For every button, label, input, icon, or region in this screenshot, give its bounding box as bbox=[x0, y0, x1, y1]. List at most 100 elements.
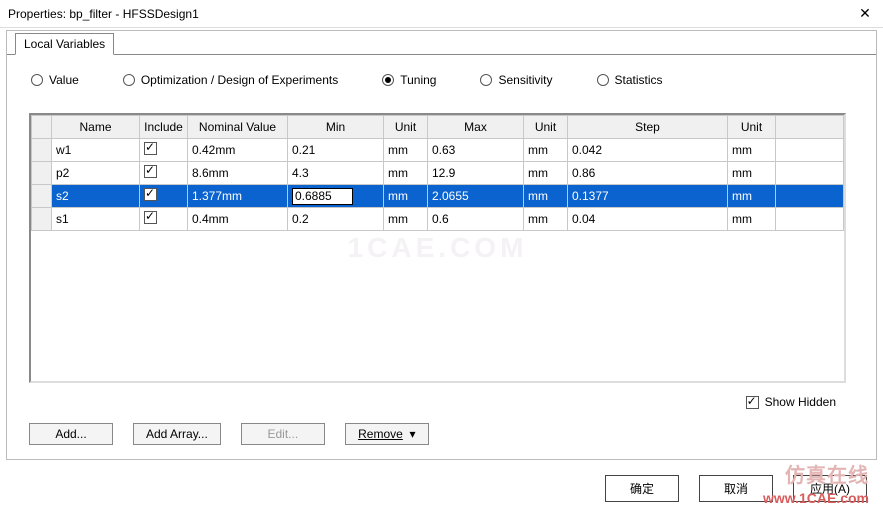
cell-name[interactable]: p2 bbox=[52, 162, 140, 185]
cancel-button[interactable]: 取消 bbox=[699, 475, 773, 502]
cell-tail bbox=[776, 208, 844, 231]
header-tail bbox=[776, 116, 844, 139]
row-selector[interactable] bbox=[32, 139, 52, 162]
radio-label: Value bbox=[49, 73, 79, 87]
checkbox-icon bbox=[144, 142, 157, 155]
cell-unit3[interactable]: mm bbox=[728, 162, 776, 185]
radio-sensitivity[interactable]: Sensitivity bbox=[480, 73, 552, 87]
radio-dot-icon bbox=[382, 74, 394, 86]
radio-group-mode: Value Optimization / Design of Experimen… bbox=[7, 55, 876, 99]
cell-unit1[interactable]: mm bbox=[384, 139, 428, 162]
row-selector[interactable] bbox=[32, 185, 52, 208]
variables-grid[interactable]: 1CAE.COM Name Include Nominal Value Min … bbox=[29, 113, 846, 383]
radio-label: Optimization / Design of Experiments bbox=[141, 73, 338, 87]
edit-button: Edit... bbox=[241, 423, 325, 445]
cell-editor[interactable]: 0.6885 bbox=[292, 188, 353, 205]
checkbox-icon bbox=[746, 396, 759, 409]
cell-unit2[interactable]: mm bbox=[524, 139, 568, 162]
header-step[interactable]: Step bbox=[568, 116, 728, 139]
watermark-center: 1CAE.COM bbox=[348, 232, 528, 264]
cell-nominal[interactable]: 1.377mm bbox=[188, 185, 288, 208]
watermark-url: www.1CAE.com bbox=[763, 490, 869, 506]
show-hidden-label: Show Hidden bbox=[765, 395, 836, 409]
header-include[interactable]: Include bbox=[140, 116, 188, 139]
cell-unit1[interactable]: mm bbox=[384, 162, 428, 185]
cell-unit3[interactable]: mm bbox=[728, 185, 776, 208]
grid-buttons: Add... Add Array... Edit... Remove ▾ bbox=[29, 423, 429, 445]
radio-label: Sensitivity bbox=[498, 73, 552, 87]
cell-unit2[interactable]: mm bbox=[524, 162, 568, 185]
checkbox-icon bbox=[144, 165, 157, 178]
header-nominal[interactable]: Nominal Value bbox=[188, 116, 288, 139]
radio-value[interactable]: Value bbox=[31, 73, 79, 87]
cell-include[interactable] bbox=[140, 185, 188, 208]
cell-step[interactable]: 0.1377 bbox=[568, 185, 728, 208]
table-row[interactable]: w10.42mm0.21mm0.63mm0.042mm bbox=[32, 139, 844, 162]
cell-unit3[interactable]: mm bbox=[728, 139, 776, 162]
chevron-down-icon: ▾ bbox=[403, 427, 416, 441]
cell-step[interactable]: 0.04 bbox=[568, 208, 728, 231]
radio-dot-icon bbox=[31, 74, 43, 86]
add-button[interactable]: Add... bbox=[29, 423, 113, 445]
table-row[interactable]: s10.4mm0.2mm0.6mm0.04mm bbox=[32, 208, 844, 231]
remove-button[interactable]: Remove ▾ bbox=[345, 423, 429, 445]
cell-min[interactable]: 4.3 bbox=[288, 162, 384, 185]
tab-local-variables[interactable]: Local Variables bbox=[15, 33, 114, 55]
cell-name[interactable]: s1 bbox=[52, 208, 140, 231]
ok-button[interactable]: 确定 bbox=[605, 475, 679, 502]
row-selector[interactable] bbox=[32, 208, 52, 231]
row-selector[interactable] bbox=[32, 162, 52, 185]
checkbox-icon bbox=[144, 211, 157, 224]
radio-tuning[interactable]: Tuning bbox=[382, 73, 436, 87]
cell-include[interactable] bbox=[140, 162, 188, 185]
cell-tail bbox=[776, 185, 844, 208]
header-unit2[interactable]: Unit bbox=[524, 116, 568, 139]
cell-nominal[interactable]: 0.42mm bbox=[188, 139, 288, 162]
cell-min[interactable]: 0.6885 bbox=[288, 185, 384, 208]
cell-max[interactable]: 0.6 bbox=[428, 208, 524, 231]
header-name[interactable]: Name bbox=[52, 116, 140, 139]
radio-dot-icon bbox=[480, 74, 492, 86]
tabstrip: Local Variables bbox=[7, 29, 876, 55]
window-title: Properties: bp_filter - HFSSDesign1 bbox=[8, 7, 199, 21]
cell-name[interactable]: s2 bbox=[52, 185, 140, 208]
table-row[interactable]: s21.377mm0.6885mm2.0655mm0.1377mm bbox=[32, 185, 844, 208]
cell-min[interactable]: 0.2 bbox=[288, 208, 384, 231]
close-icon[interactable]: ✕ bbox=[855, 5, 875, 22]
cell-step[interactable]: 0.86 bbox=[568, 162, 728, 185]
cell-nominal[interactable]: 0.4mm bbox=[188, 208, 288, 231]
watermark-brand: 仿真在线 bbox=[785, 459, 869, 488]
radio-design[interactable]: Optimization / Design of Experiments bbox=[123, 73, 338, 87]
radio-dot-icon bbox=[123, 74, 135, 86]
table-row[interactable]: p28.6mm4.3mm12.9mm0.86mm bbox=[32, 162, 844, 185]
remove-label: Remove bbox=[358, 427, 403, 441]
cell-unit2[interactable]: mm bbox=[524, 185, 568, 208]
cell-include[interactable] bbox=[140, 208, 188, 231]
cell-max[interactable]: 2.0655 bbox=[428, 185, 524, 208]
checkbox-icon bbox=[144, 188, 157, 201]
cell-min[interactable]: 0.21 bbox=[288, 139, 384, 162]
cell-name[interactable]: w1 bbox=[52, 139, 140, 162]
main-panel: Local Variables Value Optimization / Des… bbox=[6, 30, 877, 460]
radio-dot-icon bbox=[597, 74, 609, 86]
cell-unit1[interactable]: mm bbox=[384, 185, 428, 208]
show-hidden-checkbox[interactable]: Show Hidden bbox=[746, 395, 836, 409]
header-unit1[interactable]: Unit bbox=[384, 116, 428, 139]
header-unit3[interactable]: Unit bbox=[728, 116, 776, 139]
cell-max[interactable]: 0.63 bbox=[428, 139, 524, 162]
header-max[interactable]: Max bbox=[428, 116, 524, 139]
table-header-row: Name Include Nominal Value Min Unit Max … bbox=[32, 116, 844, 139]
add-array-button[interactable]: Add Array... bbox=[133, 423, 221, 445]
titlebar: Properties: bp_filter - HFSSDesign1 ✕ bbox=[0, 0, 883, 28]
cell-max[interactable]: 12.9 bbox=[428, 162, 524, 185]
cell-unit3[interactable]: mm bbox=[728, 208, 776, 231]
radio-label: Tuning bbox=[400, 73, 436, 87]
radio-statistics[interactable]: Statistics bbox=[597, 73, 663, 87]
header-min[interactable]: Min bbox=[288, 116, 384, 139]
cell-step[interactable]: 0.042 bbox=[568, 139, 728, 162]
cell-unit1[interactable]: mm bbox=[384, 208, 428, 231]
cell-tail bbox=[776, 139, 844, 162]
cell-nominal[interactable]: 8.6mm bbox=[188, 162, 288, 185]
cell-unit2[interactable]: mm bbox=[524, 208, 568, 231]
cell-include[interactable] bbox=[140, 139, 188, 162]
